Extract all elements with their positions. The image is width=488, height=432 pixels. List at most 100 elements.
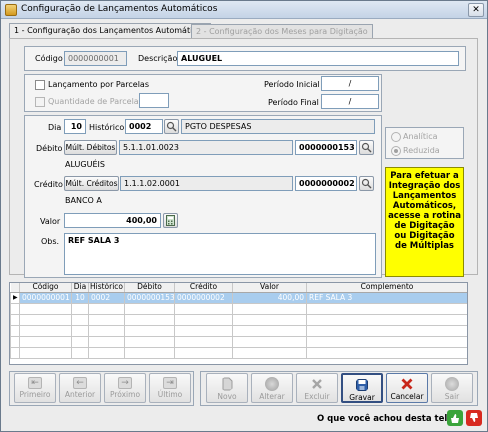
credito-account-field[interactable]: 1.1.1.02.0001 [120, 176, 293, 191]
cancel-icon [401, 378, 413, 390]
proximo-label: Próximo [109, 390, 141, 399]
credito-label: Crédito [34, 180, 63, 189]
alterar-button[interactable]: Alterar [251, 373, 293, 403]
dia-label: Dia [48, 123, 62, 132]
grid-header: Código Dia Histórico Débito Crédito Valo… [10, 283, 467, 293]
grid-col-codigo[interactable]: Código [19, 283, 72, 293]
app-icon [5, 4, 17, 16]
multiplos-creditos-button[interactable]: Múlt. Créditos [64, 176, 119, 191]
grid-col-historico[interactable]: Histórico [88, 283, 125, 293]
descricao-field[interactable]: ALUGUEL [177, 51, 459, 66]
window-title: Configuração de Lançamentos Automáticos [21, 4, 218, 14]
cancelar-label: Cancelar [390, 392, 424, 401]
historico-label: Histórico [89, 123, 125, 132]
save-icon [356, 379, 368, 391]
excluir-label: Excluir [304, 392, 330, 401]
quantidade-parcelas-field[interactable] [139, 93, 169, 108]
exit-icon [445, 377, 459, 391]
calculator-icon [166, 215, 175, 226]
thumbs-up-icon[interactable] [447, 410, 463, 426]
cancelar-button[interactable]: Cancelar [386, 373, 428, 403]
novo-label: Novo [217, 392, 237, 401]
historico-search-button[interactable] [164, 119, 179, 134]
reduzida-label: Reduzida [403, 146, 440, 155]
table-row [10, 313, 467, 326]
historico-code-field[interactable]: 0002 [125, 119, 163, 134]
debito-search-button[interactable] [359, 140, 374, 155]
grid-col-valor[interactable]: Valor [232, 283, 307, 293]
multiplos-debitos-button[interactable]: Múlt. Débitos [64, 140, 117, 155]
table-row [10, 324, 467, 337]
close-button[interactable]: ✕ [468, 3, 484, 17]
excluir-button[interactable]: Excluir [296, 373, 338, 403]
edit-icon [265, 377, 279, 391]
dia-field[interactable]: 10 [64, 119, 86, 134]
gravar-label: Gravar [349, 393, 375, 402]
table-cell: 0000000002 [174, 291, 233, 304]
first-record-icon: ⇤ [28, 377, 42, 389]
table-row[interactable]: ▶ 0000000001 10 0002 0000000153 00000000… [10, 291, 467, 304]
row-indicator-icon: ▶ [10, 291, 20, 304]
codigo-label: Código [35, 54, 63, 63]
last-record-icon: ⇥ [163, 377, 177, 389]
grid-indicator-header [10, 283, 20, 293]
integration-note: Para efetuar a Integração dos Lançamento… [385, 167, 464, 277]
previous-icon: ← [73, 377, 87, 389]
debito-desc: ALUGUÉIS [65, 160, 105, 169]
periodo-final-field[interactable]: / [321, 94, 379, 109]
next-icon: → [118, 377, 132, 389]
title-bar: Configuração de Lançamentos Automáticos … [1, 1, 487, 19]
thumbs-down-icon[interactable] [466, 410, 482, 426]
codigo-field[interactable]: 0000000001 [64, 51, 127, 66]
descricao-label: Descrição [138, 54, 178, 63]
lancamento-parcelas-checkbox[interactable] [35, 80, 45, 90]
feedback-question: O que você achou desta tela? [317, 414, 458, 424]
table-cell: REF SALA 3 [306, 291, 467, 304]
debito-code-field[interactable]: 0000000153 [295, 140, 357, 155]
window: Configuração de Lançamentos Automáticos … [0, 0, 488, 432]
quantidade-parcelas-label: Quantidade de Parcelas [48, 97, 143, 106]
valor-field[interactable]: 400,00 [64, 213, 161, 228]
tab-configuracao-lancamentos[interactable]: 1 - Configuração dos Lançamentos Automát… [9, 23, 211, 38]
periodo-inicial-label: Período Inicial [264, 80, 320, 89]
lancamentos-grid[interactable]: Código Dia Histórico Débito Crédito Valo… [9, 282, 468, 365]
reduzida-radio[interactable] [391, 146, 401, 156]
table-row [10, 335, 467, 348]
delete-icon [312, 379, 322, 389]
ultimo-button[interactable]: ⇥ Último [149, 373, 191, 403]
primeiro-button[interactable]: ⇤ Primeiro [14, 373, 56, 403]
credito-code-field[interactable]: 0000000002 [295, 176, 357, 191]
quantidade-parcelas-checkbox[interactable] [35, 97, 45, 107]
anterior-button[interactable]: ← Anterior [59, 373, 101, 403]
debito-label: Débito [36, 144, 63, 153]
obs-label: Obs. [41, 237, 60, 246]
tab-configuracao-meses[interactable]: 2 - Configuração dos Meses para Digitaçã… [191, 24, 373, 38]
novo-button[interactable]: Novo [206, 373, 248, 403]
search-icon [361, 142, 372, 153]
periodo-inicial-field[interactable]: / [321, 76, 379, 91]
credito-search-button[interactable] [359, 176, 374, 191]
sair-button[interactable]: Sair [431, 373, 473, 403]
valor-label: Valor [40, 217, 61, 226]
grid-col-complemento[interactable]: Complemento [306, 283, 467, 293]
analitica-label: Analítica [403, 132, 438, 141]
debito-account-field[interactable]: 5.1.1.01.0023 [119, 140, 293, 155]
grid-col-dia[interactable]: Dia [71, 283, 89, 293]
search-icon [361, 178, 372, 189]
table-cell: 0000000001 [19, 291, 72, 304]
calculator-button[interactable] [163, 213, 178, 228]
sair-label: Sair [444, 392, 460, 401]
lancamento-parcelas-label: Lançamento por Parcelas [48, 80, 149, 89]
proximo-button[interactable]: → Próximo [104, 373, 146, 403]
thumbs-up-glyph [451, 414, 459, 423]
obs-field[interactable]: REF SALA 3 [64, 233, 376, 275]
anterior-label: Anterior [64, 390, 96, 399]
analitica-radio[interactable] [391, 132, 401, 142]
gravar-button[interactable]: Gravar [341, 373, 383, 403]
grid-col-debito[interactable]: Débito [124, 283, 175, 293]
grid-col-credito[interactable]: Crédito [174, 283, 233, 293]
table-row [10, 346, 467, 359]
table-row [10, 302, 467, 315]
new-document-icon [222, 377, 233, 391]
primeiro-label: Primeiro [19, 390, 51, 399]
